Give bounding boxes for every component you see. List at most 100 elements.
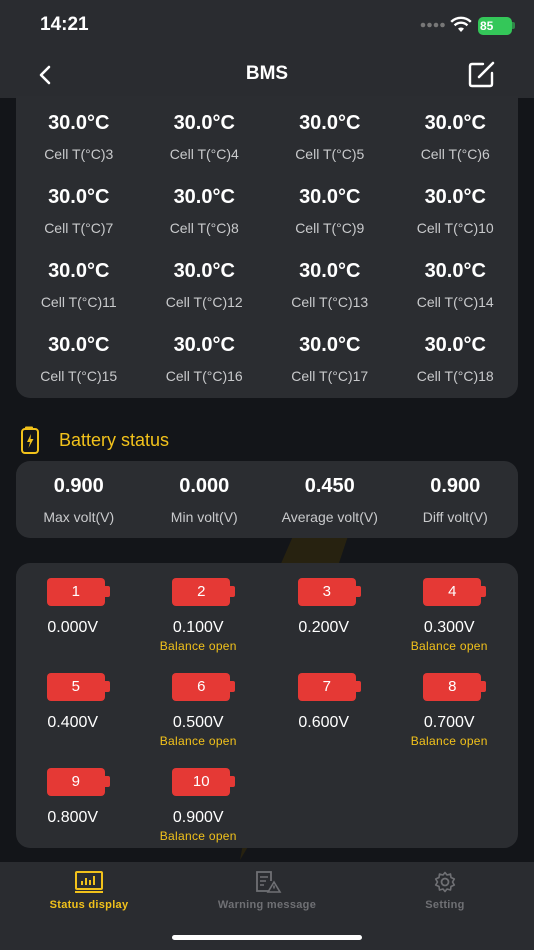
cell-battery-icon: 3 [297, 578, 361, 606]
cell-voltage: 0.700V [423, 714, 475, 731]
cell-number: 10 [192, 773, 210, 790]
temperature-item: 30.0°C Cell T(°C)16 [142, 318, 268, 392]
cell-voltage: 0.600V [298, 714, 350, 731]
tab-warning-message[interactable]: Warning message [178, 862, 356, 922]
temperature-item: 30.0°C Cell T(°C)7 [16, 170, 142, 244]
cell-voltage: 0.400V [47, 714, 99, 731]
temperature-value: 30.0°C [173, 112, 235, 134]
cell-item: 3 0.200V [267, 578, 393, 673]
cell-number: 8 [448, 678, 457, 695]
navigation-bar: BMS [0, 50, 534, 98]
temperature-value: 30.0°C [48, 186, 110, 208]
warning-doc-icon [256, 871, 282, 893]
battery-tip [512, 22, 515, 29]
cell-voltage: 0.300V [423, 619, 475, 636]
voltage-stat: 0.000 Min volt(V) [142, 461, 268, 525]
temperature-value: 30.0°C [299, 260, 361, 282]
temperature-label: Cell T(°C)14 [416, 294, 494, 310]
voltage-stat: 0.450 Average volt(V) [267, 461, 393, 525]
cell-number: 7 [322, 678, 331, 695]
temperature-item: 30.0°C Cell T(°C)14 [393, 244, 519, 318]
cells-grid: 1 0.000V 2 0.100V Balance open 3 0.200V 4 0.300V… [16, 563, 518, 863]
temperature-item: 30.0°C Cell T(°C)12 [142, 244, 268, 318]
temperature-value: 30.0°C [48, 334, 110, 356]
battery-bolt-icon [21, 426, 39, 454]
tab-setting[interactable]: Setting [356, 862, 534, 922]
voltage-stat-value: 0.000 [179, 475, 230, 497]
home-indicator [172, 935, 362, 940]
temperature-value: 30.0°C [173, 334, 235, 356]
cell-item: 5 0.400V [16, 673, 142, 768]
temperature-value: 30.0°C [299, 186, 361, 208]
tab-label: Warning message [217, 899, 317, 911]
tab-status-display[interactable]: Status display [0, 862, 178, 922]
page-title: BMS [245, 63, 289, 84]
temperature-item: 30.0°C Cell T(°C)6 [393, 96, 519, 170]
cell-number: 1 [71, 583, 80, 600]
voltage-summary-grid: 0.900 Max volt(V) 0.000 Min volt(V) 0.450 Ave… [16, 461, 518, 525]
cell-balance-status: Balance open [410, 639, 488, 653]
cell-number: 9 [71, 773, 80, 790]
cell-voltage: 0.100V [172, 619, 224, 636]
temperature-value: 30.0°C [48, 112, 110, 134]
cell-item: 10 0.900V Balance open [142, 768, 268, 863]
temperature-value: 30.0°C [173, 186, 235, 208]
cell-item: 8 0.700V Balance open [393, 673, 519, 768]
cell-voltage: 0.800V [47, 809, 99, 826]
temperature-label: Cell T(°C)8 [169, 220, 239, 236]
cell-item: 6 0.500V Balance open [142, 673, 268, 768]
cell-battery-icon: 9 [46, 768, 110, 796]
edit-icon[interactable] [466, 60, 498, 90]
temperature-value: 30.0°C [424, 260, 486, 282]
temperature-item: 30.0°C Cell T(°C)9 [267, 170, 393, 244]
temperature-value: 30.0°C [48, 260, 110, 282]
cell-number: 3 [322, 583, 331, 600]
temperature-item: 30.0°C Cell T(°C)11 [16, 244, 142, 318]
status-time: 14:21 [40, 14, 89, 35]
cells-card: 1 0.000V 2 0.100V Balance open 3 0.200V 4 0.300V… [16, 563, 518, 848]
temperature-value: 30.0°C [299, 112, 361, 134]
temperature-label: Cell T(°C)12 [165, 294, 243, 310]
temperature-item: 30.0°C Cell T(°C)5 [267, 96, 393, 170]
temperature-label: Cell T(°C)4 [169, 146, 239, 162]
cell-voltage: 0.200V [298, 619, 350, 636]
temperature-item: 30.0°C Cell T(°C)13 [267, 244, 393, 318]
temperature-value: 30.0°C [424, 334, 486, 356]
cell-balance-status: Balance open [159, 639, 237, 653]
temperature-value: 30.0°C [173, 260, 235, 282]
cell-battery-icon: 2 [172, 578, 236, 606]
cell-balance-status: Balance open [410, 734, 488, 748]
temperature-value: 30.0°C [424, 112, 486, 134]
cell-item: 1 0.000V [16, 578, 142, 673]
temperature-card: 30.0°C Cell T(°C)3 30.0°C Cell T(°C)4 30.0°C… [16, 96, 518, 398]
cell-battery-icon: 4 [423, 578, 487, 606]
wifi-icon [450, 16, 472, 32]
temperature-label: Cell T(°C)15 [40, 368, 118, 384]
temperature-label: Cell T(°C)9 [295, 220, 365, 236]
voltage-stat-value: 0.450 [304, 475, 355, 497]
cell-item: 9 0.800V [16, 768, 142, 863]
voltage-stat: 0.900 Max volt(V) [16, 461, 142, 525]
temperature-item: 30.0°C Cell T(°C)17 [267, 318, 393, 392]
section-title: Battery status [59, 430, 170, 450]
temperature-label: Cell T(°C)13 [291, 294, 369, 310]
gear-icon [434, 871, 456, 893]
cell-balance-status: Balance open [159, 829, 237, 843]
cell-item: 7 0.600V [267, 673, 393, 768]
temperature-item: 30.0°C Cell T(°C)10 [393, 170, 519, 244]
temperature-label: Cell T(°C)17 [291, 368, 369, 384]
tab-label: Setting [425, 899, 465, 911]
cell-battery-icon: 8 [423, 673, 487, 701]
temperature-label: Cell T(°C)18 [416, 368, 494, 384]
temperature-grid: 30.0°C Cell T(°C)3 30.0°C Cell T(°C)4 30.0°C… [16, 96, 518, 392]
cell-battery-icon: 10 [172, 768, 236, 796]
status-bar: 14:21 85 [0, 0, 534, 50]
cell-voltage: 0.900V [172, 809, 224, 826]
temperature-value: 30.0°C [424, 186, 486, 208]
cell-battery-icon: 6 [172, 673, 236, 701]
cell-voltage: 0.000V [47, 619, 99, 636]
cell-number: 5 [71, 678, 80, 695]
temperature-value: 30.0°C [299, 334, 361, 356]
temperature-item: 30.0°C Cell T(°C)8 [142, 170, 268, 244]
cell-battery-icon: 5 [46, 673, 110, 701]
